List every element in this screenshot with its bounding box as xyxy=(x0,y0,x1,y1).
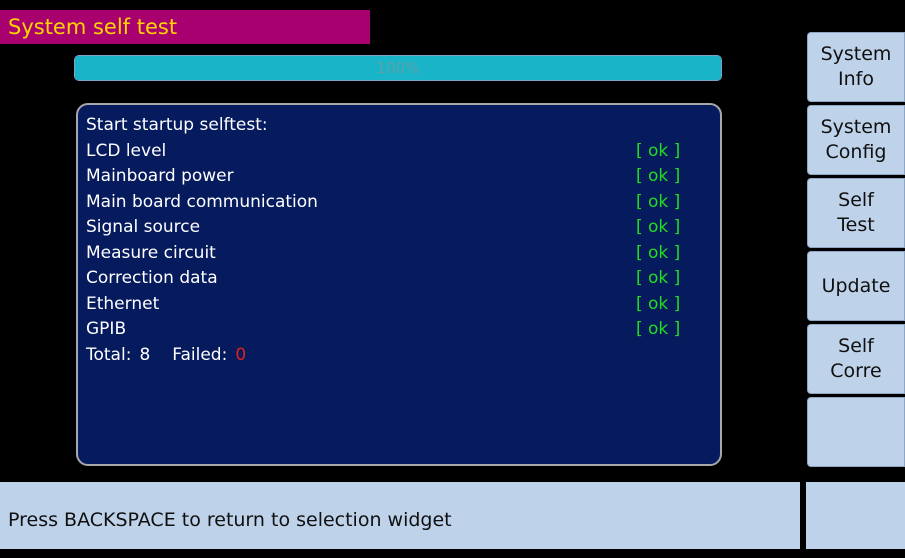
selftest-item-name: Measure circuit xyxy=(86,242,216,263)
softkey-label-line1: System xyxy=(820,43,892,65)
total-value: 8 xyxy=(139,344,151,365)
softkey-system-info[interactable]: System Info xyxy=(807,32,905,102)
selftest-intro: Start startup selftest: xyxy=(86,115,268,135)
status-message: Press BACKSPACE to return to selection w… xyxy=(0,482,800,549)
selftest-item: Correction data [ ok ] xyxy=(86,266,712,292)
selftest-item: Main board communication [ ok ] xyxy=(86,190,712,216)
selftest-item-status: [ ok ] xyxy=(636,319,681,339)
selftest-item-name: Correction data xyxy=(86,268,218,288)
selftest-item: Mainboard power [ ok ] xyxy=(86,164,712,190)
selftest-item-status: [ ok ] xyxy=(636,191,681,212)
softkey-label-line1: System xyxy=(820,116,892,138)
selftest-item-name: LCD level xyxy=(86,140,167,161)
selftest-item-status: [ ok ] xyxy=(636,140,681,161)
page-title: System self test xyxy=(0,10,370,44)
selftest-progress-bar: 100% xyxy=(74,55,722,81)
selftest-item-name: Main board communication xyxy=(86,191,318,212)
softkey-label-line1: Self xyxy=(838,335,874,357)
status-bar-corner xyxy=(806,482,905,549)
failed-label: Failed: xyxy=(172,344,228,365)
selftest-item-status: [ ok ] xyxy=(636,217,681,237)
selftest-item-status: [ ok ] xyxy=(636,293,681,314)
total-label: Total: xyxy=(86,344,132,365)
softkey-system-config[interactable]: System Config xyxy=(807,105,905,175)
selftest-log-panel: Start startup selftest: LCD level [ ok ]… xyxy=(76,103,722,466)
failed-value: 0 xyxy=(235,344,247,365)
selftest-item: Ethernet [ ok ] xyxy=(86,292,712,318)
selftest-item-name: Ethernet xyxy=(86,293,160,314)
softkey-label-line2: Info xyxy=(838,68,874,90)
selftest-item-status: [ ok ] xyxy=(636,268,681,288)
softkey-self-corre[interactable]: Self Corre xyxy=(807,324,905,394)
softkey-panel: System Info System Config Self Test Upda… xyxy=(807,32,905,470)
selftest-item-name: Mainboard power xyxy=(86,166,234,186)
selftest-summary: Total: 8 Failed: 0 xyxy=(86,343,712,369)
softkey-label-line1: Update xyxy=(821,274,891,297)
softkey-label-line2: Corre xyxy=(830,360,882,382)
softkey-self-test[interactable]: Self Test xyxy=(807,178,905,248)
softkey-label-line2: Test xyxy=(837,214,875,236)
selftest-item-name: Signal source xyxy=(86,217,201,237)
selftest-item-status: [ ok ] xyxy=(636,242,681,263)
selftest-item: LCD level [ ok ] xyxy=(86,139,712,165)
selftest-item-name: GPIB xyxy=(86,319,127,339)
selftest-item: Measure circuit [ ok ] xyxy=(86,241,712,267)
softkey-label-line1: Self xyxy=(838,189,874,211)
softkey-update[interactable]: Update xyxy=(807,251,905,321)
selftest-item-status: [ ok ] xyxy=(636,166,681,186)
progress-label: 100% xyxy=(376,59,420,77)
selftest-item: Signal source [ ok ] xyxy=(86,215,712,241)
softkey-blank[interactable] xyxy=(807,397,905,467)
softkey-label-line2: Config xyxy=(825,141,887,163)
selftest-item: GPIB [ ok ] xyxy=(86,317,712,343)
